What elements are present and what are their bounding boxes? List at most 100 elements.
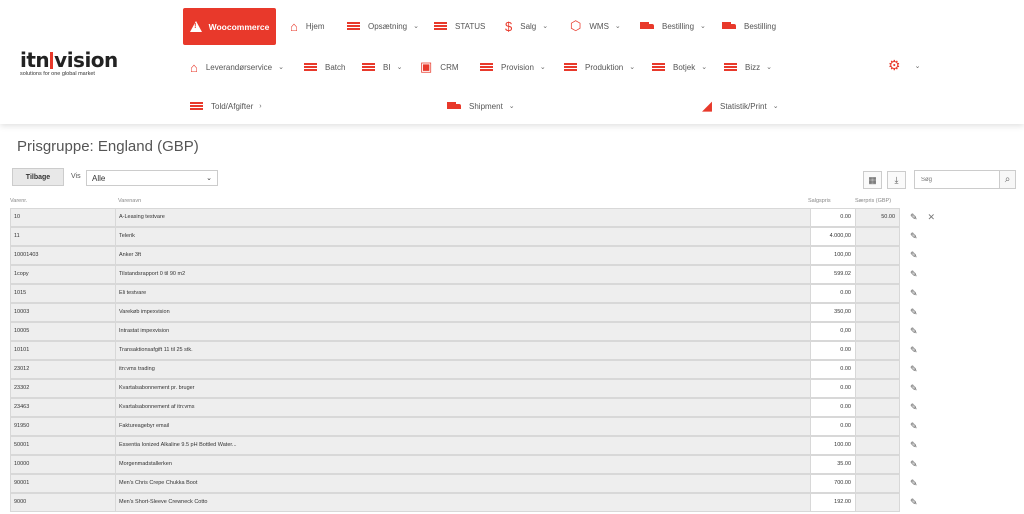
cell-saerpris[interactable] (855, 359, 900, 379)
home-icon: ⌂ (290, 18, 298, 34)
nav-shipment[interactable]: Shipment ⌄ (447, 96, 515, 116)
edit-icon[interactable]: ✎ (910, 250, 918, 261)
edit-icon[interactable]: ✎ (910, 326, 918, 337)
settings-menu[interactable]: ⚙ ⌄ (888, 57, 920, 74)
edit-icon[interactable]: ✎ (910, 402, 918, 413)
table-row[interactable]: 10000 Morgenmadstallerken 35.00 (10, 454, 900, 474)
edit-icon[interactable]: ✎ (910, 478, 918, 489)
table-row[interactable]: 10 A-Leasing testvare 0.00 50.00 (10, 207, 900, 227)
cell-varenavn: Transaktionsafgift 11 til 25 stk. (115, 340, 810, 360)
cell-salgspris: 35.00 (810, 454, 855, 474)
cell-saerpris[interactable] (855, 397, 900, 417)
edit-icon[interactable]: ✎ (910, 212, 918, 223)
column-header-nr[interactable]: Varenr. (10, 198, 27, 204)
nav-bestilling-1[interactable]: Bestilling ⌄ (640, 16, 706, 36)
cell-saerpris[interactable] (855, 245, 900, 265)
nav-salg[interactable]: $ Salg ⌄ (505, 16, 548, 36)
table-row[interactable]: 23302 Kvartalsabonnement pr. bruger 0.00 (10, 378, 900, 398)
nav-leverandorservice[interactable]: ⌂ Leverandørservice ⌄ (190, 57, 284, 77)
nav-bizz[interactable]: Bizz ⌄ (724, 57, 772, 77)
nav-provision[interactable]: Provision ⌄ (480, 57, 546, 77)
edit-icon[interactable]: ✎ (910, 345, 918, 356)
column-header-name[interactable]: Varenavn (118, 198, 141, 204)
nav-bestilling-2[interactable]: Bestilling (722, 16, 776, 36)
edit-icon[interactable]: ✎ (910, 459, 918, 470)
table-row[interactable]: 9000 Men's Short-Sleeve Crewneck Cotto 192… (10, 492, 900, 512)
cell-salgspris: 700.00 (810, 473, 855, 493)
cell-saerpris[interactable] (855, 378, 900, 398)
cell-salgspris: 4.000,00 (810, 226, 855, 246)
table-row[interactable]: 23463 Kvartalsabonnement af itn:vms 0.00 (10, 397, 900, 417)
nav-hjem[interactable]: ⌂ Hjem (290, 16, 325, 36)
table-row[interactable]: 90001 Men's Chris Crepe Chukka Boot 700.00 (10, 473, 900, 493)
cell-saerpris[interactable] (855, 454, 900, 474)
edit-icon[interactable]: ✎ (910, 364, 918, 375)
edit-icon[interactable]: ✎ (910, 269, 918, 280)
cell-saerpris[interactable] (855, 226, 900, 246)
nav-bi[interactable]: BI ⌄ (362, 57, 402, 77)
nav-wms[interactable]: ⬡ WMS ⌄ (570, 16, 621, 36)
dollar-icon: $ (505, 18, 513, 34)
top-navigation: itn vision solutions for one global marke… (0, 0, 1024, 124)
cell-saerpris[interactable] (855, 283, 900, 303)
row-actions: ✎ (910, 227, 970, 246)
table-row[interactable]: 1copy Tilstandsrapport 0 til 90 m2 599.02 (10, 264, 900, 284)
table-row[interactable]: 11 Telerik 4.000,00 (10, 226, 900, 246)
table-row[interactable]: 91950 Faktureagebyr email 0.00 (10, 416, 900, 436)
edit-icon[interactable]: ✎ (910, 440, 918, 451)
cell-varenavn: Morgenmadstallerken (115, 454, 810, 474)
edit-icon[interactable]: ✎ (910, 497, 918, 508)
back-button[interactable]: Tilbage (12, 168, 64, 186)
export-button[interactable]: ⤓ (887, 171, 906, 189)
edit-icon[interactable]: ✎ (910, 288, 918, 299)
nav-crm[interactable]: ▣ CRM (420, 57, 459, 77)
search-button[interactable]: ⌕ (999, 171, 1015, 188)
column-header-special[interactable]: Særpris (GBP) (855, 198, 891, 204)
cell-varenavn: Telerik (115, 226, 810, 246)
nav-batch[interactable]: Batch (304, 57, 345, 77)
cell-saerpris[interactable] (855, 264, 900, 284)
cell-saerpris[interactable] (855, 492, 900, 512)
table-row[interactable]: 23012 itn:vms trading 0.00 (10, 359, 900, 379)
nav-statistik-print[interactable]: ◢ Statistik/Print ⌄ (702, 96, 779, 116)
nav-status[interactable]: STATUS (434, 16, 485, 36)
vis-select[interactable]: Alle ⌄ (86, 170, 218, 186)
cell-saerpris[interactable] (855, 416, 900, 436)
nav-produktion[interactable]: Produktion ⌄ (564, 57, 635, 77)
cell-salgspris: 0.00 (810, 397, 855, 417)
cell-saerpris[interactable] (855, 340, 900, 360)
row-actions: ✎ (910, 246, 970, 265)
cell-saerpris[interactable] (855, 435, 900, 455)
cell-salgspris: 0,00 (810, 321, 855, 341)
table-row[interactable]: 10101 Transaktionsafgift 11 til 25 stk. 0.… (10, 340, 900, 360)
cell-saerpris[interactable] (855, 302, 900, 322)
edit-icon[interactable]: ✎ (910, 421, 918, 432)
row-actions: ✎ ✕ (910, 208, 970, 227)
table-row[interactable]: 1015 Eli testvare 0.00 (10, 283, 900, 303)
cell-varenavn: Men's Chris Crepe Chukka Boot (115, 473, 810, 493)
cell-saerpris[interactable] (855, 473, 900, 493)
close-icon[interactable]: ✕ (928, 212, 936, 223)
edit-icon[interactable]: ✎ (910, 383, 918, 394)
nav-told-afgifter[interactable]: Told/Afgifter › (190, 96, 262, 116)
nav-woocommerce[interactable]: Woocommerce (183, 8, 276, 45)
cell-salgspris: 0.00 (810, 378, 855, 398)
nav-opsaetning[interactable]: Opsætning ⌄ (347, 16, 419, 36)
column-header-price[interactable]: Salgspris (808, 198, 831, 204)
table-row[interactable]: 10003 Varekøb impexvision 350,00 (10, 302, 900, 322)
cell-varenr: 10005 (10, 321, 115, 341)
search-input[interactable] (915, 171, 999, 188)
edit-icon[interactable]: ✎ (910, 231, 918, 242)
edit-icon[interactable]: ✎ (910, 307, 918, 318)
cell-saerpris[interactable] (855, 321, 900, 341)
grid-view-button[interactable]: ▦ (863, 171, 882, 189)
table-row[interactable]: 50001 Essentia Ionized Alkaline 9.5 pH Bo… (10, 435, 900, 455)
table-row[interactable]: 10005 Intrastat impexvision 0,00 (10, 321, 900, 341)
cell-salgspris: 0.00 (810, 359, 855, 379)
cell-saerpris[interactable]: 50.00 (855, 207, 900, 227)
table-row[interactable]: 10001403 Anker 3ft 100,00 (10, 245, 900, 265)
table-icon: ▦ (868, 174, 877, 185)
cell-varenr: 11 (10, 226, 115, 246)
nav-botjek[interactable]: Botjek ⌄ (652, 57, 707, 77)
cell-varenavn: Eli testvare (115, 283, 810, 303)
